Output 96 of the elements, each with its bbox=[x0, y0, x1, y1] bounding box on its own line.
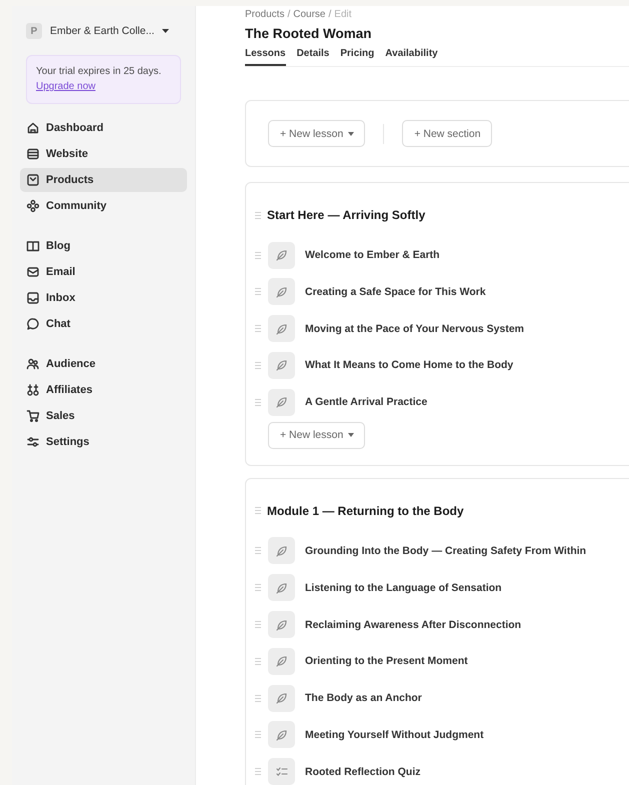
new-lesson-button[interactable]: + New lesson bbox=[268, 422, 366, 449]
nav-item[interactable]: Email bbox=[20, 260, 187, 284]
browser-icon bbox=[26, 147, 40, 161]
section-title: Start Here — Arriving Softly bbox=[267, 208, 426, 222]
lesson-title: Rooted Reflection Quiz bbox=[305, 766, 420, 778]
drag-handle-icon bbox=[255, 362, 261, 369]
lesson-row[interactable]: Listening to the Language of Sensation bbox=[255, 574, 629, 602]
nav-item[interactable]: Inbox bbox=[20, 286, 187, 310]
upgrade-link[interactable]: Upgrade now bbox=[36, 79, 96, 94]
lesson-row[interactable]: Moving at the Pace of Your Nervous System bbox=[255, 314, 629, 343]
tab[interactable]: Details bbox=[296, 46, 330, 66]
leaf-icon bbox=[274, 654, 288, 668]
breadcrumb-item[interactable]: Course bbox=[293, 8, 326, 21]
nav-item[interactable]: Website bbox=[20, 142, 187, 166]
caret-icon bbox=[162, 29, 170, 33]
drag-handle-icon bbox=[255, 507, 261, 514]
drag-handle-icon bbox=[255, 212, 261, 218]
drag-handle-icon bbox=[255, 731, 261, 738]
nav-item[interactable]: Settings bbox=[20, 430, 187, 454]
people-icon bbox=[26, 357, 40, 371]
leaf-icon bbox=[274, 248, 288, 262]
lesson-title: Creating a Safe Space for This Work bbox=[305, 286, 486, 298]
drag-handle-icon bbox=[255, 325, 261, 332]
chat-bubble-icon bbox=[26, 317, 40, 331]
breadcrumb-separator: / bbox=[287, 8, 290, 21]
caret-icon bbox=[348, 433, 354, 438]
leaf-icon bbox=[274, 358, 288, 372]
book-icon bbox=[26, 239, 40, 253]
lesson-title: Moving at the Pace of Your Nervous System bbox=[305, 322, 524, 335]
leaf-icon bbox=[274, 322, 288, 336]
drag-handle-icon bbox=[255, 584, 261, 592]
breadcrumb-separator: / bbox=[328, 8, 332, 21]
lesson-title: Welcome to Ember & Earth bbox=[305, 249, 440, 261]
leaf-icon bbox=[274, 395, 288, 410]
nav-item[interactable]: Community bbox=[20, 194, 187, 218]
cart-icon bbox=[26, 409, 40, 423]
drag-handle-icon bbox=[255, 621, 261, 628]
drag-handle-icon bbox=[255, 398, 261, 406]
lesson-row[interactable]: What It Means to Come Home to the Body bbox=[255, 351, 629, 380]
lesson-row[interactable]: Orienting to the Present Moment bbox=[255, 647, 629, 676]
breadcrumb-item: Edit bbox=[334, 8, 352, 21]
lesson-title: What It Means to Come Home to the Body bbox=[305, 359, 514, 372]
nav-item[interactable]: Audience bbox=[20, 352, 187, 376]
lesson-title: Grounding Into the Body — Creating Safety From Within bbox=[305, 544, 586, 557]
nav-item[interactable]: Products bbox=[20, 168, 187, 192]
lesson-title: The Body as an Anchor bbox=[305, 692, 422, 704]
lesson-row[interactable]: Creating a Safe Space for This Work bbox=[255, 278, 629, 306]
nav-item[interactable]: Chat bbox=[20, 312, 187, 336]
lesson-title: Meeting Yourself Without Judgment bbox=[305, 728, 484, 741]
caret-icon bbox=[348, 132, 354, 136]
leaf-icon bbox=[274, 728, 288, 742]
affiliates-icon bbox=[26, 383, 40, 397]
tab[interactable]: Lessons bbox=[245, 46, 286, 66]
drag-handle-icon bbox=[255, 694, 261, 702]
trial-message: Your trial expires in 25 days. bbox=[36, 65, 162, 79]
inbox-icon bbox=[26, 291, 40, 305]
workspace-logo: P bbox=[26, 23, 42, 39]
breadcrumb-item[interactable]: Products bbox=[245, 8, 284, 21]
leaf-icon bbox=[274, 580, 288, 595]
tab[interactable]: Pricing bbox=[340, 46, 374, 66]
lesson-row[interactable]: The Body as an Anchor bbox=[255, 684, 629, 712]
lesson-title: Listening to the Language of Sensation bbox=[305, 582, 502, 594]
nav-item[interactable]: Affiliates bbox=[20, 378, 187, 402]
tab[interactable]: Availability bbox=[385, 46, 438, 66]
new-section-button[interactable]: + New section bbox=[402, 120, 492, 147]
box-icon bbox=[26, 173, 40, 187]
leaf-icon bbox=[274, 284, 288, 299]
drag-handle-icon bbox=[255, 658, 261, 665]
workspace-switcher[interactable]: P Ember & Earth Colle... bbox=[20, 20, 187, 42]
drag-handle-icon bbox=[255, 547, 261, 554]
home-icon bbox=[26, 121, 40, 135]
leaf-icon bbox=[274, 691, 288, 706]
page-title: The Rooted Woman bbox=[245, 25, 372, 42]
nav-item[interactable]: Blog bbox=[20, 234, 187, 258]
lesson-row[interactable]: Welcome to Ember & Earth bbox=[255, 241, 629, 269]
section-title: Module 1 — Returning to the Body bbox=[267, 504, 464, 518]
lesson-row[interactable]: Grounding Into the Body — Creating Safety From Within bbox=[255, 536, 629, 565]
lesson-title: Orienting to the Present Moment bbox=[305, 655, 468, 668]
lesson-row[interactable]: Meeting Yourself Without Judgment bbox=[255, 720, 629, 749]
nav-item[interactable]: Sales bbox=[20, 404, 187, 428]
lesson-row[interactable]: Reclaiming Awareness After Disconnection bbox=[255, 610, 629, 639]
nav-item[interactable]: Dashboard bbox=[20, 116, 187, 140]
envelope-icon bbox=[26, 265, 40, 279]
leaf-icon bbox=[274, 544, 288, 558]
lesson-row[interactable]: A Gentle Arrival Practice bbox=[255, 388, 629, 416]
flower-icon bbox=[26, 199, 40, 213]
lesson-title: A Gentle Arrival Practice bbox=[305, 396, 428, 408]
drag-handle-icon bbox=[255, 768, 261, 776]
sliders-icon bbox=[26, 435, 40, 449]
leaf-icon bbox=[274, 618, 288, 632]
drag-handle-icon bbox=[255, 288, 261, 296]
lesson-title: Reclaiming Awareness After Disconnection bbox=[305, 618, 522, 631]
lesson-row[interactable]: Rooted Reflection Quiz bbox=[255, 758, 629, 785]
new-lesson-button[interactable]: + New lesson bbox=[268, 120, 366, 147]
drag-handle-icon bbox=[255, 252, 261, 258]
checklist-icon bbox=[274, 764, 288, 779]
